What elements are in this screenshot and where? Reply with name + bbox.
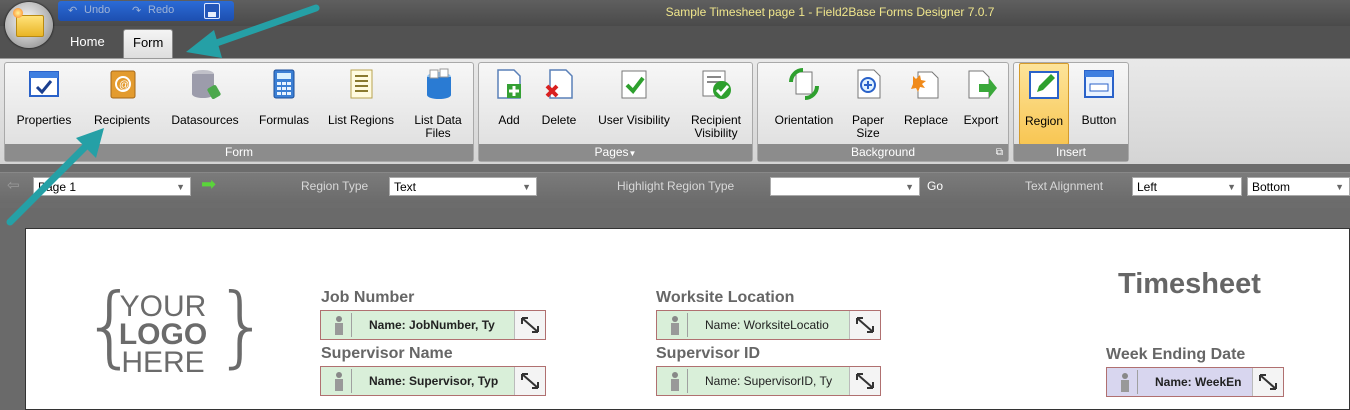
spark-icon	[13, 8, 23, 18]
arrow-to-form-tab	[186, 4, 320, 58]
annotation-arrows	[6, 4, 320, 226]
application-menu-button[interactable]	[5, 2, 53, 48]
folder-icon	[16, 15, 44, 37]
arrow-to-recipients	[6, 128, 104, 226]
